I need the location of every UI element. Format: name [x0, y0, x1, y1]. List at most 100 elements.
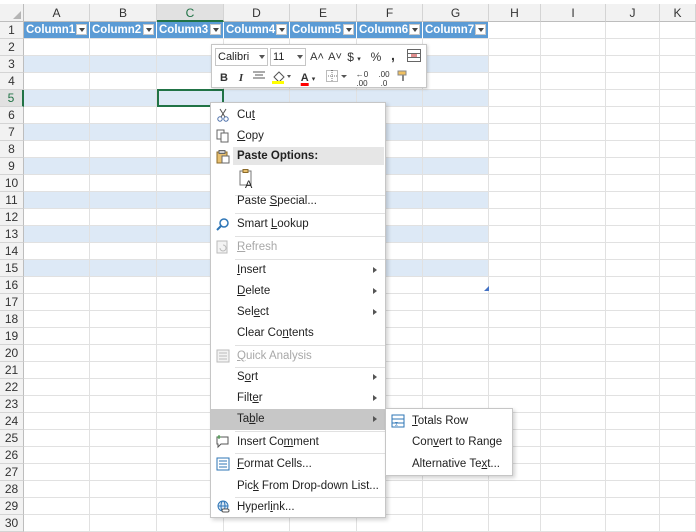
paste-option-button[interactable]: A — [238, 169, 258, 191]
cell[interactable] — [423, 294, 489, 311]
decrease-decimal-button[interactable]: .00.0 — [374, 70, 394, 88]
cell[interactable] — [541, 73, 606, 90]
cell[interactable] — [90, 73, 157, 90]
menu-item-format-cells[interactable]: Format Cells... — [211, 454, 385, 475]
comma-style-button[interactable]: , — [387, 47, 399, 63]
cell[interactable] — [489, 124, 541, 141]
cell[interactable] — [489, 141, 541, 158]
cell[interactable] — [423, 481, 489, 498]
cell[interactable] — [423, 379, 489, 396]
cell[interactable] — [24, 192, 90, 209]
fill-color-button[interactable] — [270, 70, 292, 86]
row-header-13[interactable]: 13 — [0, 226, 24, 243]
cell[interactable] — [660, 107, 696, 124]
cell[interactable] — [660, 379, 696, 396]
cell[interactable] — [489, 379, 541, 396]
cell[interactable] — [423, 209, 489, 226]
cell[interactable] — [606, 141, 660, 158]
cell[interactable] — [24, 158, 90, 175]
menu-item-insert-comment[interactable]: Insert Comment — [211, 432, 385, 453]
cell[interactable] — [541, 515, 606, 532]
cell[interactable] — [423, 124, 489, 141]
cell[interactable] — [489, 175, 541, 192]
cell[interactable] — [24, 362, 90, 379]
cell[interactable] — [660, 260, 696, 277]
cell[interactable] — [606, 209, 660, 226]
cell[interactable] — [541, 396, 606, 413]
row-header-27[interactable]: 27 — [0, 464, 24, 481]
cell[interactable] — [489, 328, 541, 345]
cell[interactable] — [90, 413, 157, 430]
cell[interactable] — [606, 515, 660, 532]
column-header-e[interactable]: E — [290, 4, 357, 22]
cell[interactable] — [489, 481, 541, 498]
cell[interactable] — [541, 175, 606, 192]
cell[interactable] — [24, 243, 90, 260]
menu-item-delete[interactable]: Delete — [211, 281, 385, 302]
cell[interactable] — [24, 311, 90, 328]
cell[interactable] — [660, 226, 696, 243]
cell[interactable] — [90, 345, 157, 362]
cell[interactable] — [489, 294, 541, 311]
cell[interactable] — [606, 39, 660, 56]
cell[interactable] — [606, 22, 660, 39]
cell[interactable] — [660, 362, 696, 379]
cell[interactable] — [660, 515, 696, 532]
cell[interactable] — [24, 141, 90, 158]
cell[interactable] — [606, 107, 660, 124]
row-header-7[interactable]: 7 — [0, 124, 24, 141]
row-header-10[interactable]: 10 — [0, 175, 24, 192]
cell[interactable] — [90, 175, 157, 192]
filter-dropdown-icon[interactable] — [210, 24, 221, 35]
cell[interactable] — [90, 56, 157, 73]
cell[interactable] — [90, 379, 157, 396]
column-header-j[interactable]: J — [606, 4, 660, 22]
cell[interactable] — [606, 73, 660, 90]
cell[interactable] — [541, 311, 606, 328]
cell[interactable] — [660, 39, 696, 56]
cell[interactable] — [24, 175, 90, 192]
column-header-c[interactable]: C — [157, 4, 224, 22]
bold-button[interactable]: B — [217, 70, 231, 86]
cell[interactable] — [541, 447, 606, 464]
cell[interactable] — [90, 447, 157, 464]
menu-item-cut[interactable]: Cut — [211, 105, 385, 126]
row-header-16[interactable]: 16 — [0, 277, 24, 294]
menu-item-pick-from-list[interactable]: Pick From Drop-down List... — [211, 476, 385, 497]
cell[interactable] — [660, 311, 696, 328]
cell[interactable] — [24, 209, 90, 226]
cell[interactable] — [24, 226, 90, 243]
cell[interactable] — [660, 277, 696, 294]
cell[interactable] — [489, 39, 541, 56]
cell[interactable] — [660, 73, 696, 90]
cell[interactable] — [24, 345, 90, 362]
filter-dropdown-icon[interactable] — [475, 24, 486, 35]
font-size-box[interactable]: 11 — [270, 48, 306, 66]
cell[interactable] — [489, 362, 541, 379]
cell[interactable] — [423, 243, 489, 260]
row-header-4[interactable]: 4 — [0, 73, 24, 90]
cell[interactable] — [24, 498, 90, 515]
cell[interactable] — [90, 260, 157, 277]
row-header-20[interactable]: 20 — [0, 345, 24, 362]
cell[interactable] — [660, 158, 696, 175]
cell[interactable] — [541, 90, 606, 107]
cell[interactable] — [541, 107, 606, 124]
cell[interactable] — [606, 328, 660, 345]
percent-button[interactable]: % — [369, 49, 383, 65]
table-header-cell[interactable]: Column5 — [290, 22, 357, 39]
cell[interactable] — [606, 430, 660, 447]
row-header-19[interactable]: 19 — [0, 328, 24, 345]
cell[interactable] — [423, 192, 489, 209]
cell[interactable] — [24, 39, 90, 56]
cell[interactable] — [90, 498, 157, 515]
filter-dropdown-icon[interactable] — [76, 24, 87, 35]
cell[interactable] — [660, 413, 696, 430]
cell[interactable] — [660, 56, 696, 73]
row-header-3[interactable]: 3 — [0, 56, 24, 73]
cell[interactable] — [423, 345, 489, 362]
cell[interactable] — [24, 107, 90, 124]
increase-decimal-button[interactable]: ←0.00 — [352, 70, 372, 88]
cell[interactable] — [541, 192, 606, 209]
cell[interactable] — [24, 464, 90, 481]
